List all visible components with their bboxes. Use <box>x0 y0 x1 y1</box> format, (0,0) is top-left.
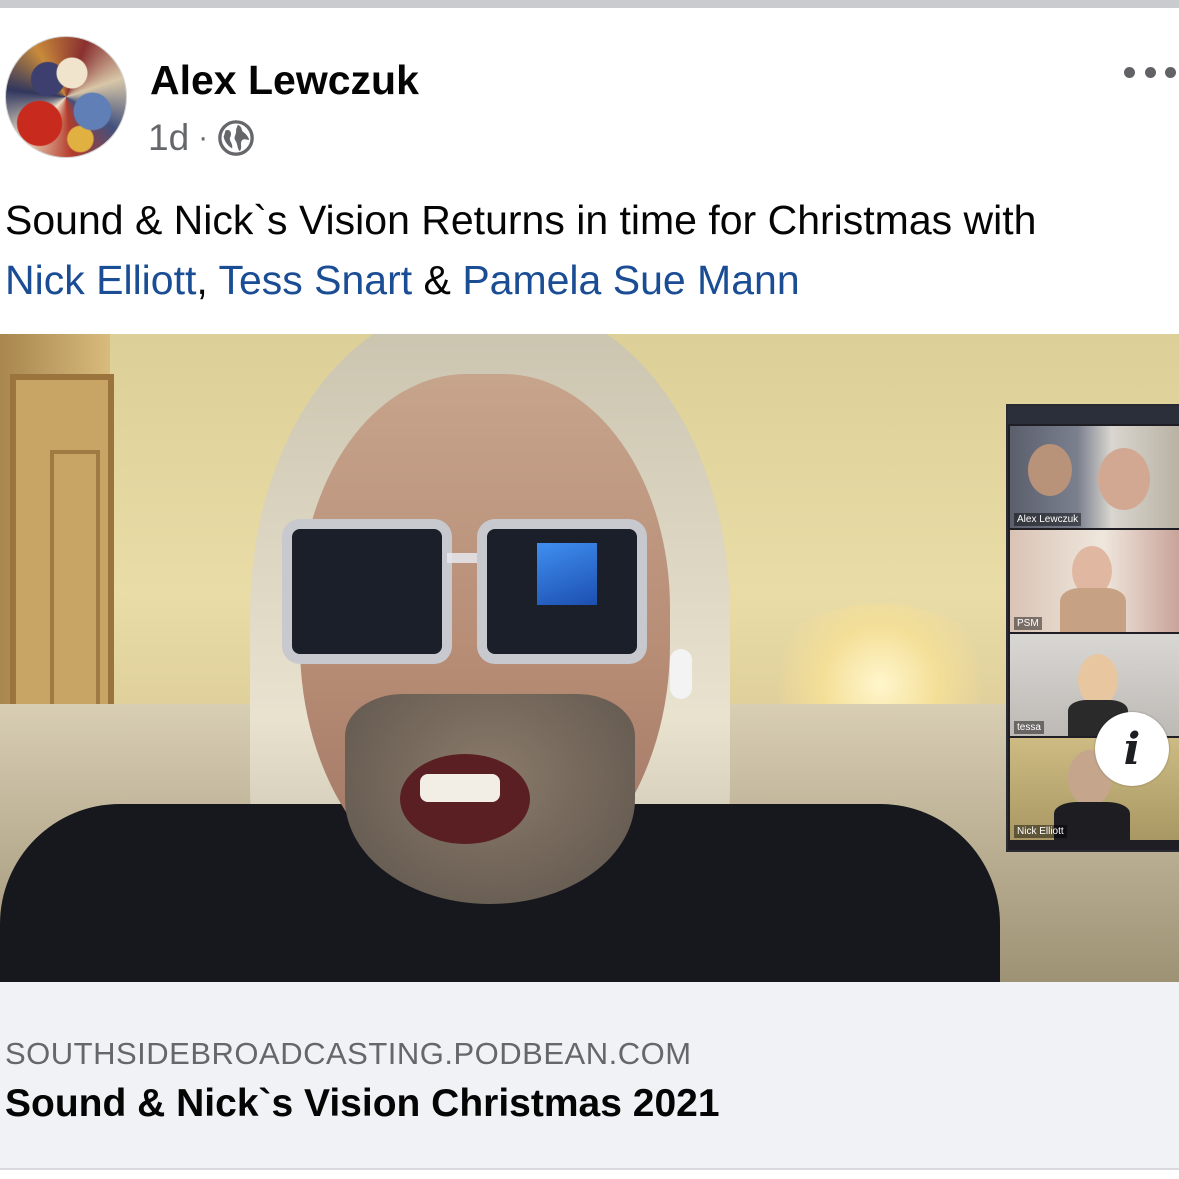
sunglasses <box>262 509 682 669</box>
globe-icon <box>218 120 254 156</box>
link-title[interactable]: Sound & Nick`s Vision Christmas 2021 <box>5 1082 720 1126</box>
more-options-button[interactable] <box>1124 52 1176 92</box>
participant-name: Nick Elliott <box>1014 825 1067 838</box>
more-horizontal-icon <box>1144 66 1156 78</box>
link-card[interactable] <box>0 982 1179 1170</box>
participant-panel-toolbar <box>1008 406 1179 424</box>
divider <box>0 1168 1179 1170</box>
post-meta: 1d · <box>148 116 255 160</box>
link-preview-image[interactable]: Alex Lewczuk PSM tessa Nick Elliott i <box>0 334 1179 982</box>
participant-name: Alex Lewczuk <box>1014 513 1082 526</box>
participant-tile: Alex Lewczuk <box>1010 426 1179 528</box>
status-bar-edge <box>0 0 1179 8</box>
meta-separator: · <box>198 121 209 154</box>
background-door <box>10 374 114 728</box>
lens-screen-reflection <box>537 543 597 605</box>
participant-name: tessa <box>1014 721 1044 734</box>
video-call-participant-panel: Alex Lewczuk PSM tessa Nick Elliott <box>1006 404 1179 852</box>
link-domain[interactable]: SOUTHSIDEBROADCASTING.PODBEAN.COM <box>5 1036 692 1072</box>
mention-pamela-sue-mann[interactable]: Pamela Sue Mann <box>462 257 799 303</box>
post-timestamp[interactable]: 1d <box>148 116 189 160</box>
mention-nick-elliott[interactable]: Nick Elliott <box>5 257 196 303</box>
participant-name: PSM <box>1014 617 1042 630</box>
more-horizontal-icon <box>1165 66 1176 78</box>
author-name[interactable]: Alex Lewczuk <box>150 56 419 104</box>
info-icon[interactable]: i <box>1095 712 1169 786</box>
sunglasses-lens-left <box>282 519 452 664</box>
more-horizontal-icon <box>1124 66 1135 78</box>
post-text-line-1: Sound & Nick`s Vision Returns in time fo… <box>5 197 1037 243</box>
earbud <box>670 649 692 699</box>
sunglasses-lens-right <box>477 519 647 664</box>
post-text: Sound & Nick`s Vision Returns in time fo… <box>5 190 1179 310</box>
post-text-line-2: Nick Elliott, Tess Snart & Pamela Sue Ma… <box>5 250 1179 310</box>
author-avatar[interactable] <box>5 36 127 158</box>
mention-tess-snart[interactable]: Tess Snart <box>218 257 412 303</box>
mention-separator: , <box>196 257 208 303</box>
participant-tile: PSM <box>1010 530 1179 632</box>
mention-ampersand: & <box>423 257 451 303</box>
person-teeth <box>420 774 500 802</box>
